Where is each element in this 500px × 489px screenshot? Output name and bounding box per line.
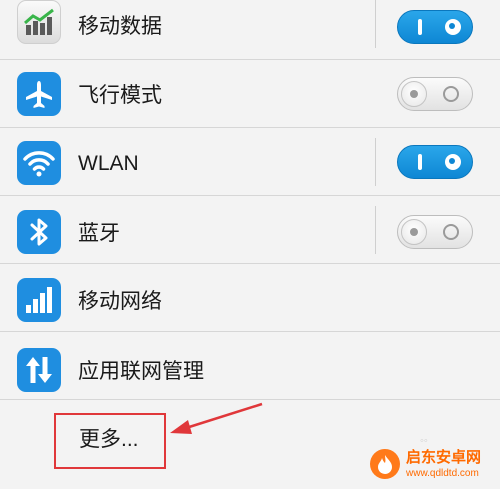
toggle-on-mark	[418, 154, 422, 170]
flame-icon	[370, 449, 400, 479]
updown-arrows-icon	[17, 348, 61, 392]
airplane-mode-toggle[interactable]	[397, 77, 473, 111]
setting-label: 应用联网管理	[78, 360, 204, 383]
toggle-off-mark	[443, 86, 459, 102]
chart-icon	[17, 0, 61, 44]
toggle-off-mark	[443, 224, 459, 240]
divider	[375, 138, 376, 186]
setting-row-bluetooth[interactable]: 蓝牙	[0, 196, 500, 264]
setting-row-mobile-network[interactable]: 移动网络	[0, 264, 500, 332]
setting-label: WLAN	[78, 152, 139, 175]
signal-bars-icon	[17, 278, 61, 322]
airplane-icon	[17, 72, 61, 116]
wifi-icon	[17, 141, 61, 185]
setting-row-airplane-mode[interactable]: 飞行模式	[0, 60, 500, 128]
toggle-on-mark	[418, 19, 422, 35]
watermark-name: 启东安卓网	[406, 449, 482, 466]
divider	[375, 0, 376, 48]
wlan-toggle[interactable]	[397, 145, 473, 179]
setting-label: 蓝牙	[78, 222, 120, 245]
bluetooth-toggle[interactable]	[397, 215, 473, 249]
setting-label: 移动网络	[78, 290, 162, 313]
toggle-knob	[445, 19, 461, 35]
highlight-box	[54, 413, 166, 469]
watermark: 启东安卓网 www.qdldtd.com	[370, 445, 500, 489]
setting-label: 移动数据	[78, 15, 162, 38]
toggle-knob	[401, 219, 427, 245]
setting-row-app-network-management[interactable]: 应用联网管理	[0, 332, 500, 400]
mobile-data-toggle[interactable]	[397, 10, 473, 44]
setting-row-mobile-data[interactable]: 移动数据	[0, 0, 500, 60]
watermark-url: www.qdldtd.com	[406, 468, 479, 479]
setting-label: 飞行模式	[78, 84, 162, 107]
bluetooth-icon	[17, 210, 61, 254]
toggle-knob	[445, 154, 461, 170]
divider	[375, 206, 376, 254]
toggle-knob	[401, 81, 427, 107]
setting-row-wlan[interactable]: WLAN	[0, 128, 500, 196]
